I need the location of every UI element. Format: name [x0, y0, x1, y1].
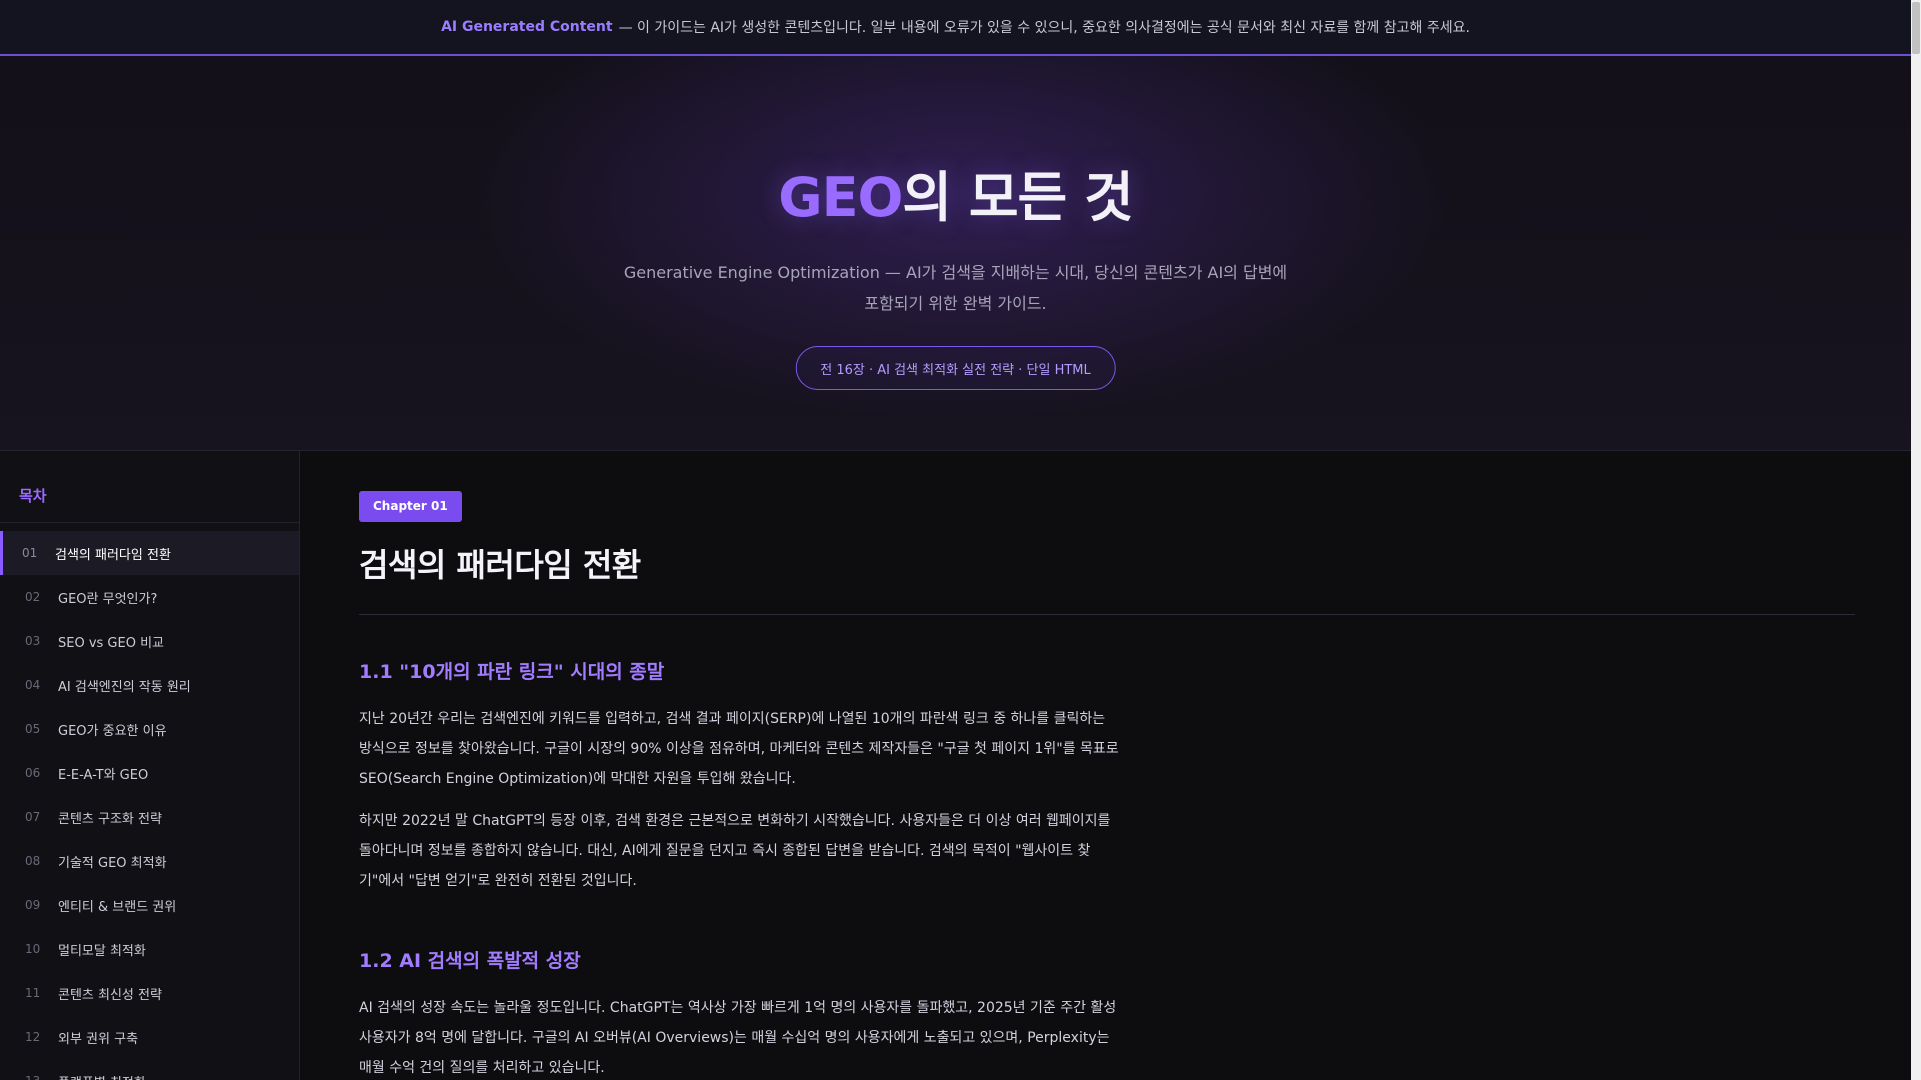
- page-scrollbar[interactable]: [1911, 0, 1921, 1080]
- toc-item-07[interactable]: 07 콘텐츠 구조화 전략: [0, 795, 299, 839]
- toc-item-12[interactable]: 12 외부 권위 구축: [0, 1015, 299, 1059]
- toc-item-05[interactable]: 05 GEO가 중요한 이유: [0, 707, 299, 751]
- toc-item-number: 13: [25, 1074, 58, 1080]
- scrollbar-thumb[interactable]: [1912, 2, 1920, 54]
- toc-item-10[interactable]: 10 멀티모달 최적화: [0, 927, 299, 971]
- toc-list: 01 검색의 패러다임 전환 02 GEO란 무엇인가? 03 SEO vs GEO 비교…: [0, 531, 299, 1080]
- toc-item-04[interactable]: 04 AI 검색엔진의 작동 원리: [0, 663, 299, 707]
- paragraph: AI 검색의 성장 속도는 놀라울 정도입니다. ChatGPT는 역사상 가장…: [359, 1000, 1117, 1076]
- toc-item-number: 06: [25, 766, 41, 780]
- page-title-rest: 의 모든 것: [902, 166, 1133, 229]
- hero: GEO의 모든 것 Generative Engine Optimization…: [0, 56, 1921, 451]
- main-layout: 목차 01 검색의 패러다임 전환 02 GEO란 무엇인가? 03 SEO vs GEO…: [0, 451, 1921, 1080]
- hero-info-pill: 전 16장 · AI 검색 최적화 실전 전략 · 단일 HTML: [795, 346, 1116, 390]
- main-content: Chapter 01 검색의 패러다임 전환 1.1 "10개의 파란 링크" …: [300, 451, 1921, 1080]
- toc-title: 목차: [0, 451, 299, 523]
- page-title-accent: GEO: [778, 166, 903, 229]
- toc-item-label: GEO란 무엇인가?: [58, 591, 158, 607]
- chapter-divider: [359, 614, 1855, 615]
- toc-item-09[interactable]: 09 엔티티 & 브랜드 권위: [0, 883, 299, 927]
- ai-notice-banner: AI Generated Content — 이 가이드는 AI가 생성한 콘텐…: [0, 0, 1921, 56]
- toc-item-number: 07: [25, 810, 41, 824]
- toc-item-label: 외부 권위 구축: [58, 1031, 139, 1047]
- hero-subtitle: Generative Engine Optimization — AI가 검색을…: [623, 263, 1288, 313]
- toc-item-label: 멀티모달 최적화: [58, 943, 146, 959]
- toc-item-label: SEO vs GEO 비교: [58, 635, 165, 651]
- toc-item-label: 콘텐츠 구조화 전략: [58, 811, 162, 827]
- toc-item-label: GEO가 중요한 이유: [58, 723, 167, 739]
- toc-item-01[interactable]: 01 검색의 패러다임 전환: [0, 531, 299, 575]
- page: AI Generated Content — 이 가이드는 AI가 생성한 콘텐…: [0, 0, 1921, 1080]
- toc-item-number: 10: [25, 942, 41, 956]
- toc-item-label: 엔티티 & 브랜드 권위: [58, 899, 177, 915]
- section-title: 1.2 AI 검색의 폭발적 성장: [359, 950, 581, 972]
- toc-item-label: 기술적 GEO 최적화: [58, 855, 167, 871]
- toc-item-number: 03: [25, 634, 41, 648]
- toc-item-number: 01: [22, 546, 38, 560]
- ai-generated-tag: AI Generated Content: [441, 19, 613, 35]
- toc-item-number: 11: [25, 986, 41, 1000]
- toc-item-11[interactable]: 11 콘텐츠 최신성 전략: [0, 971, 299, 1015]
- toc-sidebar: 목차 01 검색의 패러다임 전환 02 GEO란 무엇인가? 03 SEO vs GEO…: [0, 451, 300, 1080]
- chapter-title: 검색의 패러다임 전환: [359, 546, 641, 584]
- toc-item-02[interactable]: 02 GEO란 무엇인가?: [0, 575, 299, 619]
- toc-item-number: 05: [25, 722, 41, 736]
- toc-item-label: 플랫폼별 최적화: [58, 1072, 146, 1080]
- toc-item-number: 09: [25, 898, 41, 912]
- toc-item-number: 12: [25, 1030, 41, 1044]
- toc-item-number: 02: [25, 590, 41, 604]
- toc-item-label: 검색의 패러다임 전환: [55, 547, 171, 563]
- toc-item-03[interactable]: 03 SEO vs GEO 비교: [0, 619, 299, 663]
- toc-item-label: 콘텐츠 최신성 전략: [58, 987, 162, 1003]
- chapter-badge: Chapter 01: [359, 491, 462, 522]
- ai-notice-text: — 이 가이드는 AI가 생성한 콘텐츠입니다. 일부 내용에 오류가 있을 수…: [618, 20, 1470, 36]
- toc-item-13[interactable]: 13플랫폼별 최적화: [0, 1059, 299, 1080]
- paragraph: 하지만 2022년 말 ChatGPT의 등장 이후, 검색 환경은 근본적으로…: [359, 813, 1111, 889]
- toc-item-number: 04: [25, 678, 41, 692]
- section-title: 1.1 "10개의 파란 링크" 시대의 종말: [359, 661, 665, 683]
- paragraph: 지난 20년간 우리는 검색엔진에 키워드를 입력하고, 검색 결과 페이지(S…: [359, 711, 1119, 787]
- toc-item-label: E-E-A-T와 GEO: [58, 767, 149, 783]
- toc-item-06[interactable]: 06 E-E-A-T와 GEO: [0, 751, 299, 795]
- toc-item-number: 08: [25, 854, 41, 868]
- page-title: GEO의 모든 것: [0, 153, 1911, 232]
- toc-item-label: AI 검색엔진의 작동 원리: [58, 679, 191, 695]
- toc-item-08[interactable]: 08 기술적 GEO 최적화: [0, 839, 299, 883]
